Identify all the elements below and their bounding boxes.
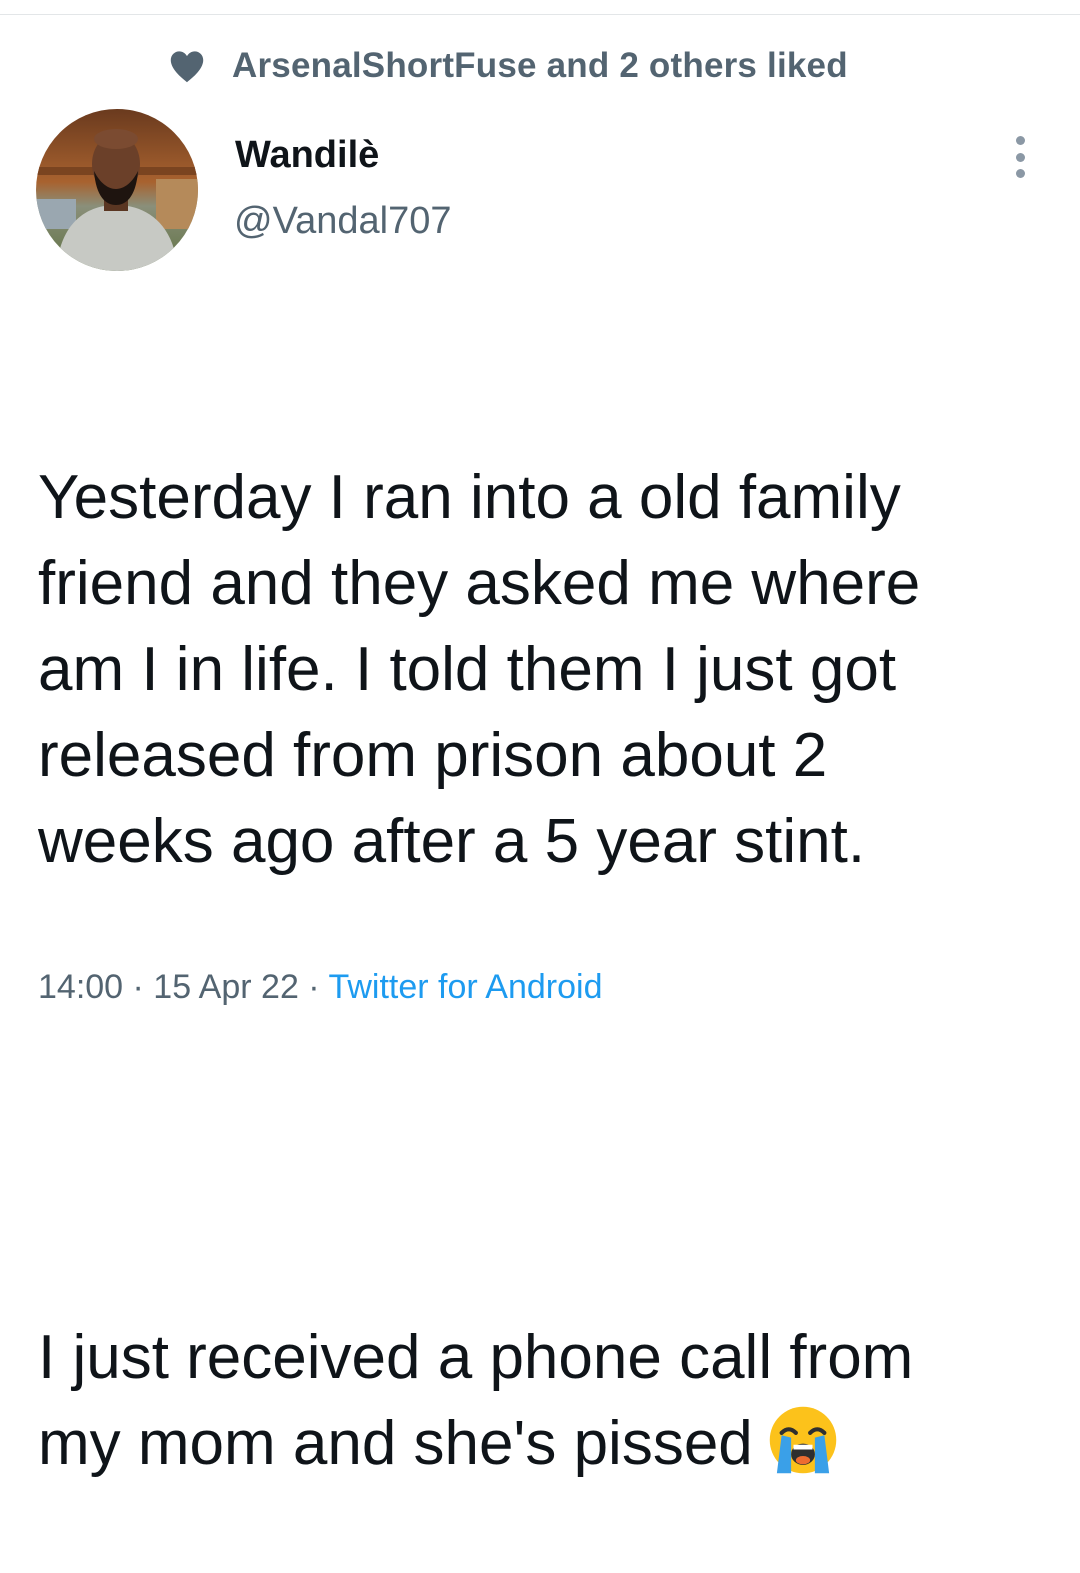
author-display-name[interactable]: Wandilè [235, 134, 379, 177]
tweet-source-link[interactable]: Twitter for Android [328, 968, 602, 1006]
tweet-timestamp[interactable]: 14:00 · 15 Apr 22 · [38, 968, 320, 1006]
more-options-button[interactable] [1000, 134, 1040, 180]
tweet-meta: 14:00 · 15 Apr 22 · Twitter for Android [38, 968, 603, 1007]
avatar[interactable] [36, 109, 198, 271]
more-vertical-icon-dot [1015, 169, 1025, 178]
tweet-paragraph: I just received a phone call from my mom… [38, 1315, 1048, 1487]
tweet-text: Yesterday I ran into a old family friend… [38, 283, 1048, 1573]
loudly-crying-face-icon [769, 1406, 837, 1474]
top-divider [0, 14, 1080, 15]
avatar-image [36, 109, 198, 271]
heart-icon [170, 51, 204, 83]
social-context[interactable]: ArsenalShortFuse and 2 others liked [168, 44, 848, 88]
more-vertical-icon-dot [1015, 152, 1025, 162]
author-handle[interactable]: @Vandal707 [234, 200, 451, 243]
liked-by-text: ArsenalShortFuse and 2 others liked [232, 46, 848, 85]
more-vertical-icon [1015, 136, 1025, 145]
tweet-paragraph: Yesterday I ran into a old family friend… [38, 463, 921, 876]
